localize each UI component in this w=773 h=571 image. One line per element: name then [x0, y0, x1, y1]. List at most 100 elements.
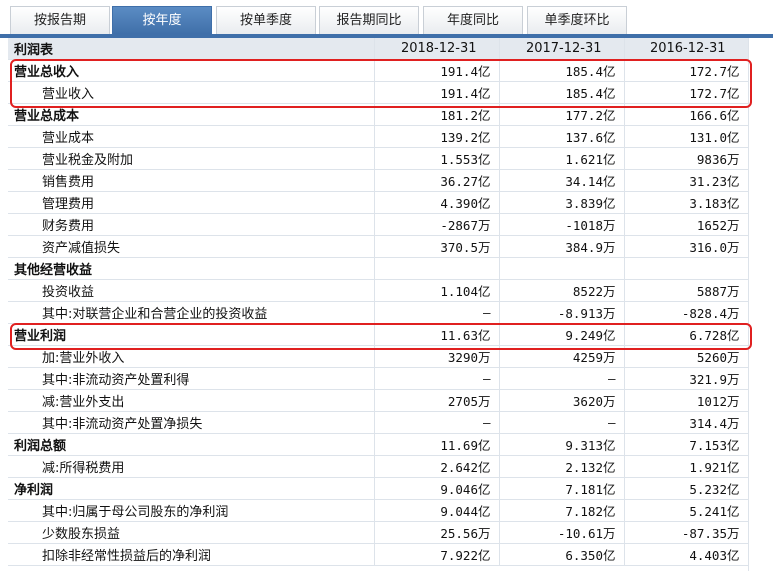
row-label: 减:营业外支出	[8, 389, 375, 412]
table-row: 减:营业外支出 2705万 3620万 1012万	[8, 389, 749, 412]
row-label: 营业成本	[8, 125, 375, 148]
row-value: 172.7亿	[624, 81, 749, 104]
table-row: 扣除非经常性损益后的净利润 7.922亿 6.350亿 4.403亿	[8, 543, 749, 566]
row-value: —	[374, 367, 500, 390]
row-value: 137.6亿	[499, 125, 625, 148]
table-row: 资产减值损失 370.5万 384.9万 316.0万	[8, 235, 749, 258]
row-value	[499, 257, 625, 280]
row-value	[374, 257, 500, 280]
row-value: -2867万	[374, 213, 500, 236]
row-value: 7.922亿	[374, 543, 500, 566]
table-row: 投资收益 1.104亿 8522万 5887万	[8, 279, 749, 302]
row-value: 34.14亿	[499, 169, 625, 192]
row-value: 191.4亿	[374, 81, 500, 104]
row-value: 5260万	[624, 345, 749, 368]
row-label: 利润总额	[8, 433, 375, 456]
row-value: 5887万	[624, 279, 749, 302]
row-label: 净利润	[8, 477, 375, 500]
row-label: 营业收入	[8, 81, 375, 104]
table-row: 加:营业外收入 3290万 4259万 5260万	[8, 345, 749, 368]
row-value: 6.728亿	[624, 323, 749, 346]
row-label: 减:所得税费用	[8, 455, 375, 478]
row-value: -1018万	[499, 213, 625, 236]
table-row: 其中:归属于母公司股东的净利润 9.044亿 7.182亿 5.241亿	[8, 499, 749, 522]
tab-by-quarter[interactable]: 按单季度	[216, 6, 316, 34]
table-row: 销售费用 36.27亿 34.14亿 31.23亿	[8, 169, 749, 192]
table-row: 少数股东损益 25.56万 -10.61万 -87.35万	[8, 521, 749, 544]
row-value: —	[374, 411, 500, 434]
row-value: 131.0亿	[624, 125, 749, 148]
table-row: 营业收入 191.4亿 185.4亿 172.7亿	[8, 81, 749, 104]
row-value: —	[499, 411, 625, 434]
row-value: 185.4亿	[499, 81, 625, 104]
tab-annual-yoy[interactable]: 年度同比	[423, 6, 523, 34]
row-value: -8.913万	[499, 301, 625, 324]
row-value: 1.553亿	[374, 147, 500, 170]
row-value: 4.390亿	[374, 191, 500, 214]
row-value: 185.4亿	[499, 59, 625, 82]
table-row: 营业总成本 181.2亿 177.2亿 166.6亿	[8, 103, 749, 126]
table-row: 其他经营收益	[8, 257, 749, 280]
row-value: 1.921亿	[624, 455, 749, 478]
row-label: 销售费用	[8, 169, 375, 192]
row-value: 314.4万	[624, 411, 749, 434]
row-value: 9.044亿	[374, 499, 500, 522]
row-value: 191.4亿	[374, 59, 500, 82]
tab-by-report-period[interactable]: 按报告期	[10, 6, 110, 34]
row-label: 管理费用	[8, 191, 375, 214]
row-value: 9836万	[624, 147, 749, 170]
row-value: 11.63亿	[374, 323, 500, 346]
row-value: 172.7亿	[624, 59, 749, 82]
tab-quarter-qoq[interactable]: 单季度环比	[527, 6, 627, 34]
row-value: 9.046亿	[374, 477, 500, 500]
table-header-row: 利润表 2018-12-31 2017-12-31 2016-12-31	[8, 38, 749, 60]
table-row: 其中:非流动资产处置净损失 — —314.4万	[8, 411, 749, 434]
tab-report-period-yoy[interactable]: 报告期同比	[319, 6, 419, 34]
table-title: 利润表	[8, 38, 375, 60]
row-value: —	[499, 367, 625, 390]
tab-bar: 按报告期 按年度 按单季度 报告期同比 年度同比 单季度环比	[0, 0, 773, 38]
row-value: 8522万	[499, 279, 625, 302]
row-value: 4259万	[499, 345, 625, 368]
row-value: 5.232亿	[624, 477, 749, 500]
row-value: 31.23亿	[624, 169, 749, 192]
tab-by-year[interactable]: 按年度	[112, 6, 212, 34]
row-value: 6.350亿	[499, 543, 625, 566]
row-value: -87.35万	[624, 521, 749, 544]
table-row: 营业成本 139.2亿 137.6亿 131.0亿	[8, 125, 749, 148]
row-value: 7.153亿	[624, 433, 749, 456]
table-row: 其中:非流动资产处置利得 — —321.9万	[8, 367, 749, 390]
row-value: 1.621亿	[499, 147, 625, 170]
table-row: 减:所得税费用 2.642亿 2.132亿 1.921亿	[8, 455, 749, 478]
row-value: -10.61万	[499, 521, 625, 544]
row-value: 139.2亿	[374, 125, 500, 148]
table-row: 管理费用 4.390亿 3.839亿 3.183亿	[8, 191, 749, 214]
row-value: 7.182亿	[499, 499, 625, 522]
row-value	[624, 257, 749, 280]
row-label: 其他经营收益	[8, 257, 375, 280]
right-divider	[748, 38, 749, 571]
table-row: 财务费用 -2867万 -1018万 1652万	[8, 213, 749, 236]
table-row: 营业税金及附加 1.553亿 1.621亿 9836万	[8, 147, 749, 170]
row-value: 166.6亿	[624, 103, 749, 126]
row-value: 1.104亿	[374, 279, 500, 302]
table-row: 营业总收入 191.4亿 185.4亿 172.7亿	[8, 59, 749, 82]
row-value: 3.839亿	[499, 191, 625, 214]
row-value: 2.642亿	[374, 455, 500, 478]
row-value: 181.2亿	[374, 103, 500, 126]
row-value: 321.9万	[624, 367, 749, 390]
row-value: 3.183亿	[624, 191, 749, 214]
row-value: -828.4万	[624, 301, 749, 324]
row-value: 370.5万	[374, 235, 500, 258]
row-value: 316.0万	[624, 235, 749, 258]
row-value: 36.27亿	[374, 169, 500, 192]
row-value: 2.132亿	[499, 455, 625, 478]
row-value: 11.69亿	[374, 433, 500, 456]
row-value: 5.241亿	[624, 499, 749, 522]
period-header: 2017-12-31	[499, 38, 625, 60]
row-label: 其中:非流动资产处置净损失	[8, 411, 375, 434]
row-value: 177.2亿	[499, 103, 625, 126]
table-row: 其中:对联营企业和合营企业的投资收益 — -8.913万 -828.4万	[8, 301, 749, 324]
row-label: 营业税金及附加	[8, 147, 375, 170]
income-statement-table: 利润表 2018-12-31 2017-12-31 2016-12-31 营业总…	[8, 38, 749, 566]
